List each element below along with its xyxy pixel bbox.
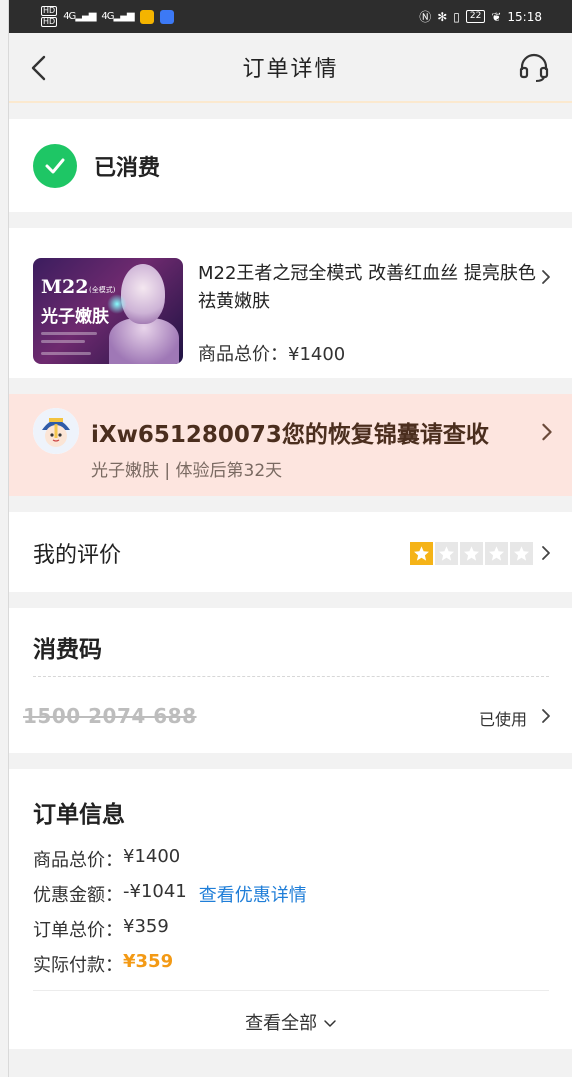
system-status-bar: HD HD 4G▂▄▆ 4G▂▄▆ Ⓝ ✻ ▯ 22 ❦ 15:18	[9, 0, 572, 33]
order-info-card: 订单信息 商品总价： ¥1400 优惠金额： -¥1041 查看优惠详情 订单总…	[9, 769, 572, 1049]
thumb-text-line	[41, 332, 97, 335]
status-left: HD HD 4G▂▄▆ 4G▂▄▆	[41, 6, 174, 27]
chevron-left-icon[interactable]	[29, 54, 49, 82]
rating-stars	[410, 542, 533, 565]
thumb-glow	[107, 294, 127, 314]
signal-label-2: 4G	[101, 11, 114, 22]
vibrate-icon: ▯	[453, 9, 460, 24]
star-filled-icon	[410, 542, 433, 565]
page-title: 订单详情	[242, 57, 339, 82]
product-card[interactable]: M22 (全模式) 光子嫩肤 M22王者之冠全模式 改善红血丝 提亮肤色 祛黄嫩…	[9, 228, 572, 378]
dashed-divider	[33, 676, 549, 677]
view-discount-details-link[interactable]: 查看优惠详情	[199, 881, 307, 907]
info-label: 实际付款：	[33, 955, 123, 976]
info-value: ¥359	[123, 916, 169, 937]
order-status-card: 已消费	[9, 119, 572, 212]
check-circle-icon	[33, 143, 77, 188]
product-price-value: ¥1400	[288, 344, 346, 365]
code-section-title: 消费码	[33, 637, 102, 663]
info-line-actual-payment: 实际付款： ¥359	[33, 951, 173, 977]
product-name: M22王者之冠全模式 改善红血丝 提亮肤色 祛黄嫩肤	[198, 263, 536, 312]
info-value: -¥1041	[123, 881, 187, 902]
clock: 15:18	[507, 9, 542, 24]
bluetooth-icon: ✻	[437, 9, 448, 24]
nfc-icon: Ⓝ	[419, 10, 432, 24]
info-label: 订单总价：	[33, 920, 123, 941]
chevron-right-icon[interactable]	[541, 708, 551, 724]
product-image: M22 (全模式) 光子嫩肤	[33, 258, 183, 364]
info-label: 优惠金额：	[33, 885, 123, 906]
chevron-right-icon[interactable]	[541, 422, 553, 442]
consumption-code-card: 消费码 1500 2074 688 已使用	[9, 608, 572, 753]
code-status[interactable]: 已使用	[479, 706, 527, 730]
info-value: ¥1400	[123, 846, 181, 867]
signal-icon-2: 4G▂▄▆	[101, 11, 134, 22]
thumb-figure-face	[121, 264, 165, 324]
check-icon	[45, 158, 65, 173]
signal-label-1: 4G	[63, 11, 76, 22]
product-price-label: 商品总价：	[198, 344, 288, 365]
order-info-title: 订单信息	[33, 802, 125, 828]
chevron-right-icon[interactable]	[541, 269, 551, 285]
thumb-figure-body	[109, 318, 179, 364]
info-value-payment: ¥359	[123, 951, 174, 972]
star-empty-icon	[510, 542, 533, 565]
nav-bar: 订单详情	[9, 33, 572, 103]
notification-music-icon	[159, 9, 174, 24]
star-empty-icon	[435, 542, 458, 565]
info-line-goods-total: 商品总价： ¥1400	[33, 846, 180, 872]
star-empty-icon	[485, 542, 508, 565]
battery-icon: 22	[465, 10, 486, 23]
mascot-icon	[33, 408, 79, 454]
order-status: 已消费	[9, 119, 572, 212]
star-empty-icon	[460, 542, 483, 565]
info-line-order-total: 订单总价： ¥359	[33, 916, 169, 942]
app-screen: HD HD 4G▂▄▆ 4G▂▄▆ Ⓝ ✻ ▯ 22 ❦ 15:18 订单详情	[8, 0, 572, 1077]
my-rating-row[interactable]: 我的评价	[9, 512, 572, 592]
hd-badge-2: HD	[41, 17, 58, 27]
signal-icon-1: 4G▂▄▆	[63, 11, 96, 22]
recovery-tips-banner[interactable]: iXw651280073您的恢复锦囊请查收 光子嫩肤 | 体验后第32天	[9, 394, 572, 496]
notification-app-icon	[139, 9, 154, 24]
status-label: 已消费	[94, 155, 161, 181]
view-all-label: 查看全部	[245, 1013, 318, 1034]
chevron-down-icon	[324, 1020, 336, 1027]
thumb-tag: (全模式)	[89, 286, 116, 294]
divider	[33, 990, 549, 991]
product-price: 商品总价：¥1400	[198, 340, 345, 366]
thumb-text-line	[41, 352, 91, 355]
promo-subtitle: 光子嫩肤 | 体验后第32天	[91, 461, 283, 481]
headset-icon[interactable]	[518, 53, 550, 83]
info-line-discount: 优惠金额： -¥1041 查看优惠详情	[33, 881, 307, 907]
view-all-button[interactable]: 查看全部	[9, 1009, 572, 1035]
status-right: Ⓝ ✻ ▯ 22 ❦ 15:18	[419, 8, 542, 25]
avatar	[33, 408, 79, 454]
thumb-title: M22	[41, 276, 89, 298]
rating-label: 我的评价	[33, 543, 122, 568]
leaf-icon: ❦	[491, 9, 502, 24]
chevron-right-icon[interactable]	[541, 545, 551, 561]
hd-badges: HD HD	[41, 6, 58, 27]
thumb-subtitle: 光子嫩肤	[41, 307, 109, 327]
hd-badge-1: HD	[41, 6, 58, 16]
consumption-code: 1500 2074 688	[23, 704, 197, 728]
info-label: 商品总价：	[33, 850, 123, 871]
promo-title: iXw651280073您的恢复锦囊请查收	[91, 422, 489, 448]
thumb-text-line	[41, 340, 85, 343]
